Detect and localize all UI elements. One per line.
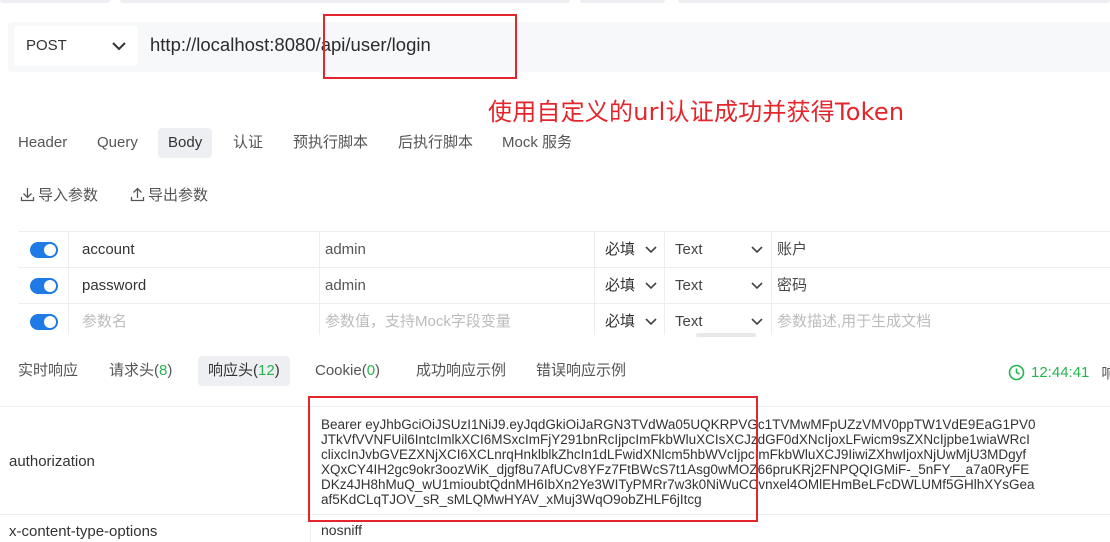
- response-time: 12:44:41 响: [1008, 362, 1110, 383]
- count-badge: 12: [258, 362, 275, 379]
- url-bar: POST http://localhost:8080/api/user/logi…: [8, 22, 1110, 72]
- tab-body[interactable]: Body: [158, 128, 213, 158]
- param-desc[interactable]: 账户: [777, 232, 807, 268]
- param-type-select[interactable]: Text: [675, 232, 703, 268]
- param-type-select[interactable]: Text: [675, 268, 703, 304]
- method-select[interactable]: POST: [14, 26, 138, 66]
- import-params-label: 导入参数: [38, 187, 99, 204]
- param-desc[interactable]: 密码: [777, 268, 807, 304]
- tab-pre-script[interactable]: 预执行脚本: [283, 128, 378, 158]
- param-required-select[interactable]: 必填: [605, 304, 635, 340]
- tab-paren: ): [274, 362, 280, 379]
- param-required-select[interactable]: 必填: [605, 268, 635, 304]
- chevron-down-icon: [645, 246, 657, 254]
- tab-query[interactable]: Query: [87, 128, 148, 158]
- header-name: authorization: [9, 453, 95, 470]
- table-row: account admin 必填 Text 账户: [18, 232, 1110, 268]
- header-name: x-content-type-options: [9, 523, 158, 540]
- tab-cookie[interactable]: Cookie(0): [305, 356, 390, 386]
- top-strip: [0, 0, 1110, 8]
- annotation-box-token: [308, 396, 758, 522]
- param-required-select[interactable]: 必填: [605, 232, 635, 268]
- chevron-down-icon: [645, 282, 657, 290]
- method-label: POST: [26, 37, 67, 54]
- tab-auth[interactable]: 认证: [223, 128, 273, 158]
- param-value[interactable]: admin: [325, 232, 366, 268]
- tab-success-example[interactable]: 成功响应示例: [406, 356, 516, 386]
- tab-label: 响应头(: [208, 362, 258, 379]
- import-params-button[interactable]: 导入参数: [20, 184, 98, 205]
- chevron-down-icon: [751, 282, 763, 290]
- table-row: 参数名 参数值，支持Mock字段变量 必填 Text 参数描述,用于生成文档: [18, 304, 1110, 335]
- param-enable-toggle[interactable]: [30, 242, 58, 258]
- annotation-text: 使用自定义的url认证成功并获得Token: [488, 98, 905, 126]
- chevron-down-icon: [751, 318, 763, 326]
- table-row: password admin 必填 Text 密码: [18, 268, 1110, 304]
- horizontal-scrollbar[interactable]: [696, 333, 756, 337]
- param-desc-input[interactable]: 参数描述,用于生成文档: [777, 304, 931, 340]
- param-value[interactable]: admin: [325, 268, 366, 304]
- tab-header[interactable]: Header: [8, 128, 77, 158]
- tab-label: 请求头(: [109, 362, 159, 379]
- param-name[interactable]: password: [82, 268, 146, 304]
- tab-request-headers[interactable]: 请求头(8): [99, 356, 182, 386]
- param-enable-toggle[interactable]: [30, 314, 58, 330]
- header-value: nosniff: [321, 522, 362, 538]
- tab-response-headers[interactable]: 响应头(12): [198, 356, 290, 386]
- chevron-down-icon: [645, 318, 657, 326]
- params-table: account admin 必填 Text 账户 password admin …: [18, 231, 1110, 335]
- annotation-box-url: [323, 14, 517, 79]
- tab-paren: ): [375, 362, 381, 379]
- tab-mock-service[interactable]: Mock 服务: [492, 128, 582, 158]
- export-params-label: 导出参数: [148, 187, 209, 204]
- param-name-input[interactable]: 参数名: [82, 304, 127, 340]
- chevron-down-icon: [751, 246, 763, 254]
- clock-icon: [1008, 364, 1025, 381]
- tab-realtime-response[interactable]: 实时响应: [8, 356, 88, 386]
- param-enable-toggle[interactable]: [30, 278, 58, 294]
- param-name[interactable]: account: [82, 232, 135, 268]
- tab-label: Cookie(: [315, 362, 367, 379]
- tab-error-example[interactable]: 错误响应示例: [526, 356, 636, 386]
- export-params-button[interactable]: 导出参数: [130, 184, 208, 205]
- count-badge: 0: [366, 362, 376, 379]
- tab-post-script[interactable]: 后执行脚本: [388, 128, 483, 158]
- param-value-input[interactable]: 参数值，支持Mock字段变量: [325, 304, 511, 340]
- download-icon: [20, 188, 35, 202]
- tab-paren: ): [167, 362, 173, 379]
- response-extra-label: 响: [1101, 365, 1110, 382]
- upload-icon: [130, 187, 145, 202]
- response-time-value: 12:44:41: [1031, 364, 1090, 381]
- chevron-down-icon: [112, 42, 126, 51]
